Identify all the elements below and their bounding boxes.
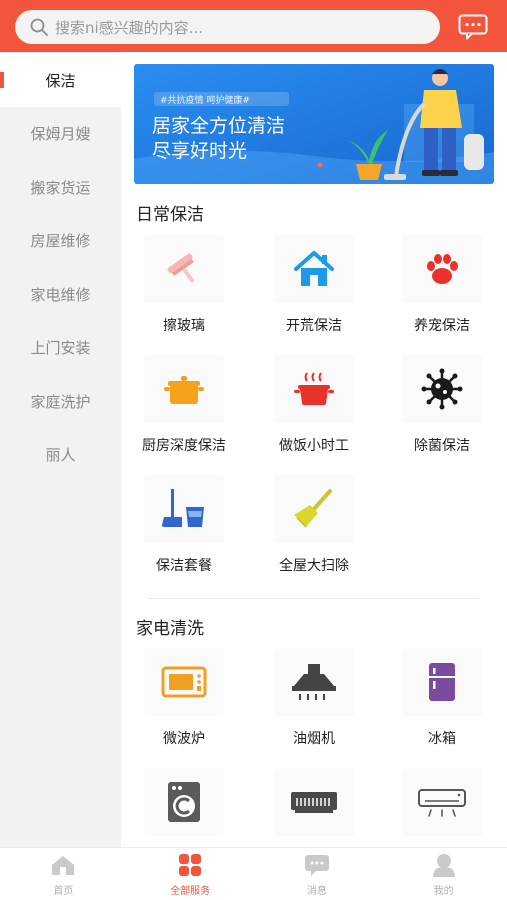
sidebar-item-appliance-repair[interactable]: 家电维修: [0, 267, 121, 321]
tab-label: 全部服务: [170, 886, 211, 897]
app-screen: 搜索ni感兴趣的内容... 保洁 保姆月嫂 搬家货运 房屋维修 家电维修 上门安…: [0, 0, 507, 900]
service-tile: [144, 355, 224, 423]
range-hood-icon: [292, 664, 336, 700]
sidebar-item-house-repair[interactable]: 房屋维修: [0, 213, 121, 267]
sidebar-item-laundry[interactable]: 家庭洗护: [0, 374, 121, 428]
service-item-range-hood[interactable]: 油烟机: [259, 648, 369, 748]
service-item-fridge[interactable]: 冰箱: [387, 648, 497, 748]
service-label: 做饭小时工: [279, 438, 349, 454]
service-tile: [144, 235, 224, 303]
service-label: 油烟机: [293, 731, 335, 747]
section-title-daily: 日常保洁: [136, 205, 204, 225]
service-item-deep-cleaning[interactable]: 开荒保洁: [259, 235, 369, 335]
service-tile: [402, 768, 482, 836]
sidebar-item-beauty[interactable]: 丽人: [0, 427, 121, 481]
sidebar-item-label: 保洁: [45, 71, 76, 90]
tab-home[interactable]: 首页: [0, 848, 127, 900]
service-item-microwave[interactable]: 微波炉: [129, 648, 239, 748]
wall-ac-icon: [418, 789, 466, 817]
service-tile: [144, 768, 224, 836]
tab-all-services[interactable]: 全部服务: [127, 848, 254, 900]
tab-profile[interactable]: 我的: [380, 848, 507, 900]
section-divider: [147, 598, 479, 599]
sidebar-item-moving[interactable]: 搬家货运: [0, 160, 121, 214]
washing-machine-icon: [168, 782, 200, 822]
service-tile: [274, 768, 354, 836]
squeegee-icon: [167, 253, 195, 283]
service-label: 保洁套餐: [156, 558, 212, 574]
sidebar-item-label: 丽人: [45, 445, 76, 464]
sidebar-item-label: 上门安装: [30, 338, 91, 357]
service-item-package[interactable]: 保洁套餐: [129, 475, 239, 575]
service-tile: [274, 648, 354, 716]
search-input[interactable]: 搜索ni感兴趣的内容...: [15, 10, 440, 44]
top-bar: 搜索ni感兴趣的内容...: [0, 0, 507, 52]
service-tile: [402, 355, 482, 423]
sidebar-item-label: 房屋维修: [30, 231, 91, 250]
cooking-pot-icon: [294, 372, 334, 405]
service-tile: [274, 355, 354, 423]
section-title-appliance: 家电清洗: [136, 619, 204, 639]
user-icon: [432, 854, 455, 877]
sidebar-item-installation[interactable]: 上门安装: [0, 320, 121, 374]
house-icon: [294, 251, 334, 286]
mop-bucket-icon: [162, 489, 204, 527]
service-tile: [274, 475, 354, 543]
grid-icon: [179, 854, 202, 876]
tab-label: 消息: [306, 886, 327, 897]
service-item-glass[interactable]: 擦玻璃: [129, 235, 239, 335]
service-item-wall-ac[interactable]: [387, 768, 497, 836]
tab-messages[interactable]: 消息: [254, 848, 381, 900]
service-label: 冰箱: [428, 731, 456, 747]
sidebar-item-label: 家电维修: [30, 285, 91, 304]
service-label: 擦玻璃: [163, 318, 205, 334]
service-label: 养宠保洁: [414, 318, 470, 334]
bottom-tab-bar: 首页 全部服务 消息 我的: [0, 847, 507, 900]
service-item-sterilize[interactable]: 除菌保洁: [387, 355, 497, 455]
service-content: #共抗疫情 呵护健康# 居家全方位清洁 尽享好时光 日常保洁 擦玻璃 开荒保洁 …: [121, 52, 507, 847]
air-conditioner-icon: [291, 792, 337, 813]
service-item-cooking[interactable]: 做饭小时工: [259, 355, 369, 455]
germ-icon: [421, 368, 463, 410]
service-tile: [144, 648, 224, 716]
service-item-air-conditioner[interactable]: [259, 768, 369, 836]
banner-line2: 尽享好时光: [152, 140, 247, 162]
message-icon[interactable]: [458, 14, 488, 40]
category-sidebar: 保洁 保姆月嫂 搬家货运 房屋维修 家电维修 上门安装 家庭洗护 丽人: [0, 52, 121, 847]
sidebar-item-nanny[interactable]: 保姆月嫂: [0, 106, 121, 160]
service-label: 微波炉: [163, 731, 205, 747]
service-item-washing-machine[interactable]: [129, 768, 239, 836]
service-tile: [144, 475, 224, 543]
pot-icon: [164, 376, 204, 404]
service-item-pet-cleaning[interactable]: 养宠保洁: [387, 235, 497, 335]
sidebar-item-label: 家庭洗护: [30, 392, 91, 411]
microwave-icon: [161, 666, 207, 698]
sidebar-item-label: 搬家货运: [30, 178, 91, 197]
service-tile: [402, 235, 482, 303]
banner-tag: #共抗疫情 呵护健康#: [160, 94, 250, 106]
tab-label: 我的: [433, 886, 454, 897]
service-tile: [274, 235, 354, 303]
service-item-whole-house[interactable]: 全屋大扫除: [259, 475, 369, 575]
service-label: 厨房深度保洁: [142, 438, 226, 454]
search-placeholder: 搜索ni感兴趣的内容...: [55, 18, 203, 37]
banner-line1: 居家全方位清洁: [152, 115, 285, 137]
sidebar-item-label: 保姆月嫂: [30, 124, 91, 143]
promo-banner[interactable]: #共抗疫情 呵护健康# 居家全方位清洁 尽享好时光: [134, 64, 494, 184]
tab-label: 首页: [53, 886, 74, 897]
fridge-icon: [429, 663, 455, 701]
home-icon: [52, 856, 75, 875]
chat-icon: [304, 855, 329, 876]
search-icon: [30, 18, 48, 36]
service-label: 全屋大扫除: [279, 558, 349, 574]
paw-icon: [427, 254, 458, 284]
service-tile: [402, 648, 482, 716]
service-item-kitchen[interactable]: 厨房深度保洁: [129, 355, 239, 455]
sidebar-item-cleaning[interactable]: 保洁: [0, 53, 121, 107]
service-label: 除菌保洁: [414, 438, 470, 454]
broom-icon: [294, 489, 332, 528]
service-label: 开荒保洁: [286, 318, 342, 334]
